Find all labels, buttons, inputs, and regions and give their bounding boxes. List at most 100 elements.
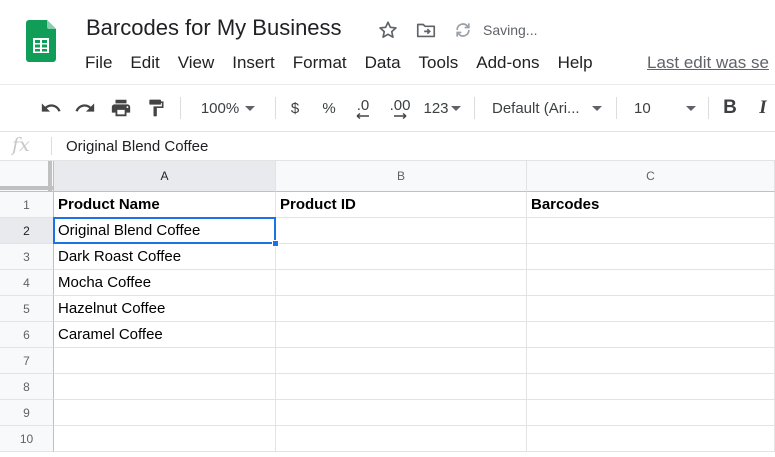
menu-help[interactable]: Help [549,51,602,75]
decrease-decimal-button[interactable]: .0 [350,85,376,131]
cell-a9[interactable] [54,400,276,426]
cell-b4[interactable] [276,270,527,296]
toolbar-separator [474,97,475,119]
formula-input[interactable]: Original Blend Coffee [66,138,208,155]
menu-file[interactable]: File [76,51,121,75]
formula-bar-separator [51,137,52,155]
sync-icon [453,20,475,42]
menu-data[interactable]: Data [356,51,410,75]
row-header-7[interactable]: 7 [0,348,54,374]
fill-handle[interactable] [272,240,279,247]
undo-icon[interactable] [38,85,64,131]
cell-c4[interactable] [527,270,775,296]
increase-decimal-label: .00 [389,96,411,114]
cell-c3[interactable] [527,244,775,270]
app-header: Barcodes for My Business Saving... File … [0,0,775,84]
toolbar-separator [180,97,181,119]
column-header-b[interactable]: B [276,161,527,192]
cell-c7[interactable] [527,348,775,374]
spreadsheet-grid: A B C 1 Product Name Product ID Barcodes 2 Origi… [0,161,775,457]
saving-status: Saving... [483,22,538,38]
fx-icon: fx [12,134,30,156]
chevron-down-icon [592,105,602,111]
column-header-a[interactable]: A [54,161,276,192]
cell-a4[interactable]: Mocha Coffee [54,270,276,296]
menu-add-ons[interactable]: Add-ons [467,51,548,75]
menu-bar: File Edit View Insert Format Data Tools … [76,51,602,75]
toolbar-separator [275,97,276,119]
document-title[interactable]: Barcodes for My Business [86,15,342,41]
toolbar-separator [616,97,617,119]
cell-b10[interactable] [276,426,527,452]
arrow-left-icon [356,112,369,119]
chevron-down-icon [450,105,461,111]
freeze-row-handle[interactable] [0,186,54,190]
font-size-select[interactable]: 10 [626,85,700,131]
cell-a5[interactable]: Hazelnut Coffee [54,296,276,322]
row-header-8[interactable]: 8 [0,374,54,400]
decrease-decimal-label: .0 [356,96,370,114]
row-header-4[interactable]: 4 [0,270,54,296]
cell-b1[interactable]: Product ID [276,192,527,218]
row-header-6[interactable]: 6 [0,322,54,348]
more-formats-label: 123 [423,99,449,117]
cell-c5[interactable] [527,296,775,322]
row-header-1[interactable]: 1 [0,192,54,218]
font-family-value: Default (Ari... [492,99,580,117]
row-header-10[interactable]: 10 [0,426,54,452]
italic-button[interactable]: I [752,85,774,131]
menu-format[interactable]: Format [284,51,356,75]
column-header-c[interactable]: C [527,161,775,192]
cell-a7[interactable] [54,348,276,374]
last-edit-link[interactable]: Last edit was se [647,51,769,75]
move-to-folder-icon[interactable] [415,19,437,41]
format-percent-button[interactable]: % [318,85,340,131]
cell-b3[interactable] [276,244,527,270]
formula-bar: fx Original Blend Coffee [0,131,775,161]
sheets-logo-icon[interactable] [26,20,56,62]
menu-view[interactable]: View [169,51,224,75]
menu-insert[interactable]: Insert [223,51,284,75]
zoom-value: 100% [200,99,240,117]
cell-b6[interactable] [276,322,527,348]
more-formats-select[interactable]: 123 [420,85,464,131]
cell-a6[interactable]: Caramel Coffee [54,322,276,348]
select-all-corner[interactable] [0,161,54,192]
arrow-right-icon [394,112,407,119]
cell-c10[interactable] [527,426,775,452]
cell-b9[interactable] [276,400,527,426]
cell-b2[interactable] [276,218,527,244]
row-header-2[interactable]: 2 [0,218,54,244]
chevron-down-icon [686,105,696,111]
paint-format-icon[interactable] [143,85,169,131]
font-family-select[interactable]: Default (Ari... [484,85,608,131]
cell-a8[interactable] [54,374,276,400]
zoom-select[interactable]: 100% [190,85,266,131]
cell-b5[interactable] [276,296,527,322]
cell-c9[interactable] [527,400,775,426]
cell-c8[interactable] [527,374,775,400]
star-icon[interactable] [377,19,399,41]
menu-edit[interactable]: Edit [121,51,168,75]
row-header-3[interactable]: 3 [0,244,54,270]
font-size-value: 10 [634,99,651,117]
cell-a2[interactable]: Original Blend Coffee [54,218,276,244]
print-icon[interactable] [108,85,134,131]
cell-b7[interactable] [276,348,527,374]
cell-a1[interactable]: Product Name [54,192,276,218]
cell-c1[interactable]: Barcodes [527,192,775,218]
cell-c6[interactable] [527,322,775,348]
cell-a3[interactable]: Dark Roast Coffee [54,244,276,270]
cell-b8[interactable] [276,374,527,400]
row-header-9[interactable]: 9 [0,400,54,426]
toolbar-separator [708,97,709,119]
cell-a10[interactable] [54,426,276,452]
cell-c2[interactable] [527,218,775,244]
chevron-down-icon [245,105,256,111]
bold-button[interactable]: B [718,85,742,131]
menu-tools[interactable]: Tools [410,51,468,75]
increase-decimal-button[interactable]: .00 [386,85,414,131]
redo-icon[interactable] [72,85,98,131]
row-header-5[interactable]: 5 [0,296,54,322]
format-currency-button[interactable]: $ [284,85,306,131]
